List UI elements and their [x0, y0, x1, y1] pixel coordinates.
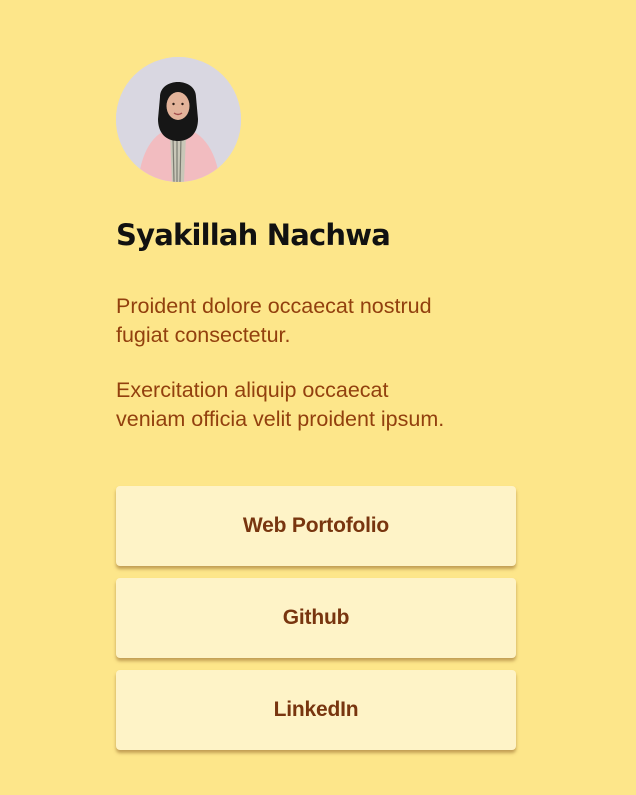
- avatar: [116, 57, 241, 182]
- github-link-button[interactable]: Github: [116, 578, 516, 658]
- avatar-photo: [116, 57, 241, 182]
- profile-card: Syakillah Nachwa Proident dolore occaeca…: [116, 57, 516, 762]
- bio-paragraph: Exercitation aliquip occaecat veniam off…: [116, 378, 445, 431]
- profile-bio: Proident dolore occaecat nostrud fugiat …: [116, 292, 446, 434]
- bio-paragraph: Proident dolore occaecat nostrud fugiat …: [116, 294, 432, 347]
- link-list: Web Portofolio Github LinkedIn: [116, 486, 516, 750]
- linkedin-link-button[interactable]: LinkedIn: [116, 670, 516, 750]
- web-portfolio-link-button[interactable]: Web Portofolio: [116, 486, 516, 566]
- profile-name: Syakillah Nachwa: [116, 218, 391, 252]
